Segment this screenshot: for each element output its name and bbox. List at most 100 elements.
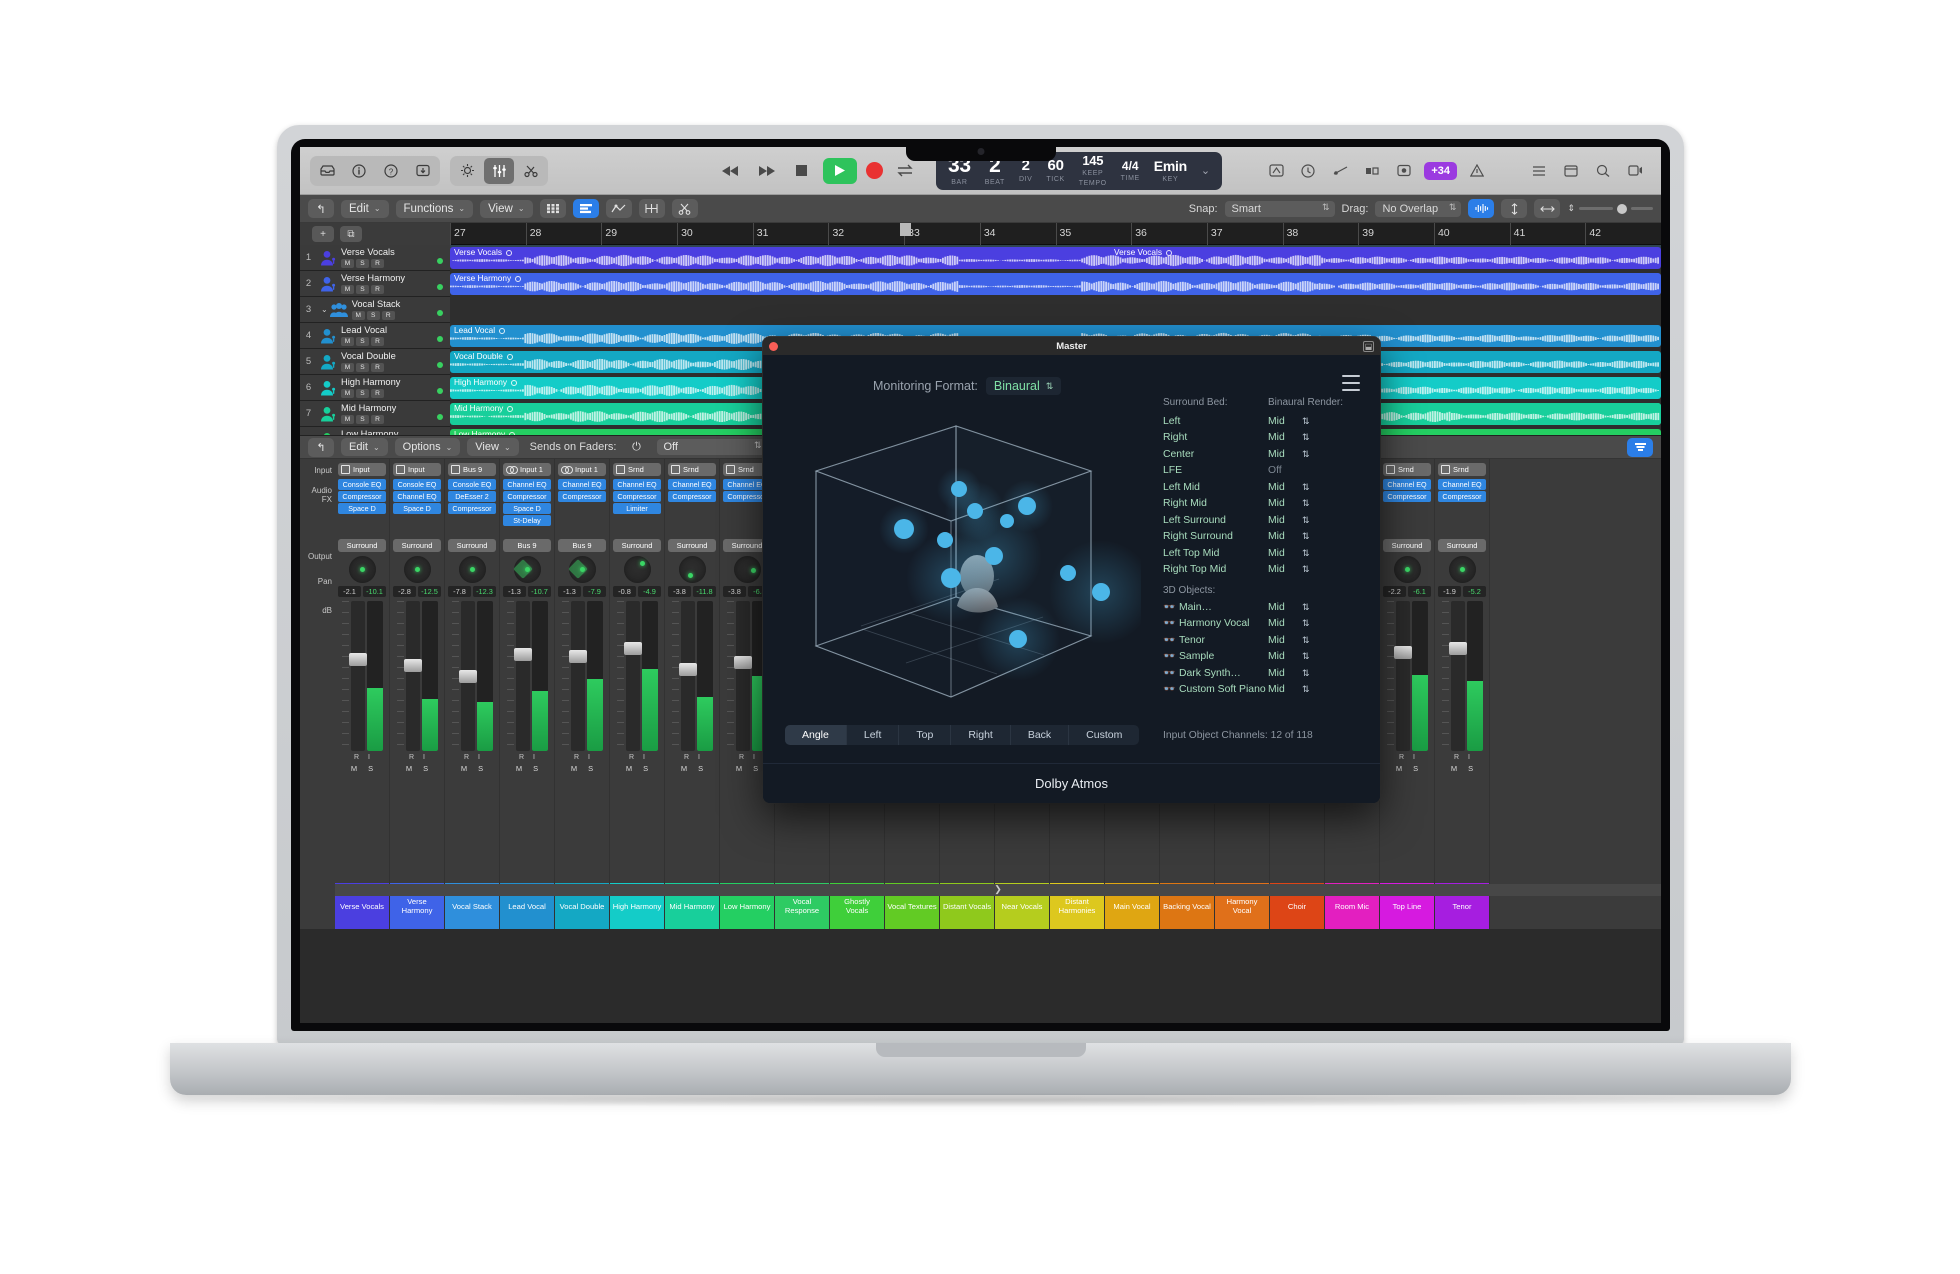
record-enable-button[interactable]: R xyxy=(1399,754,1404,761)
input-monitor-button[interactable]: I xyxy=(588,754,590,761)
fader-handle[interactable] xyxy=(404,659,422,672)
input-slot[interactable]: Input 1 xyxy=(503,463,551,476)
mute-button[interactable]: M xyxy=(341,337,354,346)
output-slot[interactable]: Surround xyxy=(338,539,386,552)
pan-knob[interactable] xyxy=(1449,556,1476,583)
smart-controls-icon[interactable] xyxy=(452,158,482,184)
fader-handle[interactable] xyxy=(624,642,642,655)
fx-slot[interactable]: Channel EQ xyxy=(1438,479,1486,490)
duplicate-track-button[interactable]: ⧉ xyxy=(340,226,362,242)
pan-knob[interactable] xyxy=(569,556,596,583)
view-button-back[interactable]: Back xyxy=(1011,725,1069,745)
horizontal-zoom-icon[interactable] xyxy=(1534,199,1560,218)
pan-knob[interactable] xyxy=(404,556,431,583)
output-slot[interactable]: Bus 9 xyxy=(503,539,551,552)
volume-fader[interactable] xyxy=(1396,601,1410,751)
pan-knob[interactable] xyxy=(679,556,706,583)
db-value-left[interactable]: -0.8 xyxy=(613,586,636,597)
db-value-right[interactable]: -7.9 xyxy=(583,586,606,597)
solo-button[interactable]: S xyxy=(1468,764,1473,773)
db-value-right[interactable]: -6.1 xyxy=(1408,586,1431,597)
fader-handle[interactable] xyxy=(1394,646,1412,659)
record-enable-button[interactable]: R xyxy=(409,754,414,761)
input-slot[interactable]: Input 1 xyxy=(558,463,606,476)
cycle-icon[interactable] xyxy=(892,159,918,183)
surround-bed-row[interactable]: Right SurroundMid⇅ xyxy=(1163,529,1368,546)
stepper-icon[interactable]: ⇅ xyxy=(1302,416,1310,427)
solo-button[interactable]: S xyxy=(356,259,369,268)
record-button[interactable]: R xyxy=(371,337,384,346)
db-value-left[interactable]: -1.9 xyxy=(1438,586,1461,597)
fader-area[interactable] xyxy=(1380,601,1434,751)
fx-slot[interactable]: DeEsser 2 xyxy=(448,491,496,502)
view-button-custom[interactable]: Custom xyxy=(1069,725,1139,745)
surround-bed-row[interactable]: Right MidMid⇅ xyxy=(1163,496,1368,513)
channel-strip[interactable]: SrndChannel EQCompressorLimiterSurround-… xyxy=(610,459,665,929)
replace-icon[interactable] xyxy=(1392,160,1416,182)
object-render-value[interactable]: Mid xyxy=(1268,684,1302,695)
mixer-menu-edit[interactable]: Edit⌄ xyxy=(341,438,388,456)
output-slot[interactable]: Surround xyxy=(393,539,441,552)
pan-knob[interactable] xyxy=(624,556,651,583)
db-value-right[interactable]: -11.8 xyxy=(693,586,716,597)
binocular-icon[interactable]: 👓 xyxy=(1163,602,1179,613)
3d-object-row[interactable]: 👓SampleMid⇅ xyxy=(1163,649,1368,666)
record-button[interactable]: R xyxy=(371,363,384,372)
solo-button[interactable]: S xyxy=(588,764,593,773)
fader-area[interactable] xyxy=(500,601,554,751)
volume-fader[interactable] xyxy=(1451,601,1465,751)
track-view-icon[interactable] xyxy=(573,199,599,218)
input-monitor-button[interactable]: I xyxy=(478,754,480,761)
stepper-icon[interactable]: ⇅ xyxy=(1302,618,1310,629)
mute-button[interactable]: M xyxy=(571,764,577,773)
media-browser-icon[interactable] xyxy=(1623,160,1647,182)
stepper-icon[interactable]: ⇅ xyxy=(1302,432,1310,443)
fader-handle[interactable] xyxy=(1449,642,1467,655)
bed-render-value[interactable]: Mid xyxy=(1268,498,1302,509)
solo-button[interactable]: S xyxy=(533,764,538,773)
fader-area[interactable] xyxy=(1435,601,1489,751)
solo-button[interactable]: S xyxy=(356,285,369,294)
stepper-icon[interactable]: ⇅ xyxy=(1302,482,1310,493)
atmos-title-bar[interactable]: Master ⬓ xyxy=(763,337,1380,355)
fader-area[interactable] xyxy=(390,601,444,751)
record-button[interactable]: R xyxy=(382,311,395,320)
pan-knob[interactable] xyxy=(459,556,486,583)
fx-slot[interactable]: Console EQ xyxy=(448,479,496,490)
input-slot[interactable]: Input xyxy=(393,463,441,476)
menu-view[interactable]: View⌄ xyxy=(480,200,532,218)
3d-object-row[interactable]: 👓Dark Synth…Mid⇅ xyxy=(1163,665,1368,682)
pan-control[interactable] xyxy=(390,552,444,586)
input-monitor-button[interactable]: I xyxy=(368,754,370,761)
mixer-menu-options[interactable]: Options⌄ xyxy=(395,438,461,456)
input-monitor-button[interactable]: I xyxy=(1413,754,1415,761)
db-value-left[interactable]: -2.1 xyxy=(338,586,361,597)
input-slot[interactable]: Bus 9 xyxy=(448,463,496,476)
loop-browser-icon[interactable] xyxy=(1591,160,1615,182)
bed-render-value[interactable]: Mid xyxy=(1268,564,1302,575)
fader-area[interactable] xyxy=(335,601,389,751)
fx-slot[interactable]: Console EQ xyxy=(338,479,386,490)
fader-handle[interactable] xyxy=(734,656,752,669)
play-icon[interactable] xyxy=(823,158,857,184)
rewind-icon[interactable] xyxy=(718,159,744,183)
mute-button[interactable]: M xyxy=(516,764,522,773)
bed-render-value[interactable]: Mid xyxy=(1268,515,1302,526)
output-slot[interactable]: Bus 9 xyxy=(558,539,606,552)
stepper-icon[interactable]: ⇅ xyxy=(1302,449,1310,460)
input-slot[interactable]: Srnd xyxy=(613,463,661,476)
channel-strip[interactable]: SrndChannel EQCompressorSurround-1.9-5.2… xyxy=(1435,459,1490,929)
chevron-down-icon[interactable]: ⌄ xyxy=(321,305,328,314)
fader-area[interactable] xyxy=(610,601,664,751)
add-track-button[interactable]: + xyxy=(312,226,334,242)
tuner-icon[interactable] xyxy=(1264,160,1288,182)
track-row[interactable]: 1Verse VocalsMSR xyxy=(300,245,450,271)
mixer-menu-view[interactable]: View⌄ xyxy=(467,438,518,456)
mute-button[interactable]: M xyxy=(1396,764,1402,773)
db-value-left[interactable]: -1.3 xyxy=(558,586,581,597)
fader-handle[interactable] xyxy=(459,670,477,683)
fader-handle[interactable] xyxy=(679,663,697,676)
undo-icon[interactable]: ↰ xyxy=(308,199,334,218)
record-enable-button[interactable]: R xyxy=(574,754,579,761)
fx-slot[interactable]: Channel EQ xyxy=(668,479,716,490)
